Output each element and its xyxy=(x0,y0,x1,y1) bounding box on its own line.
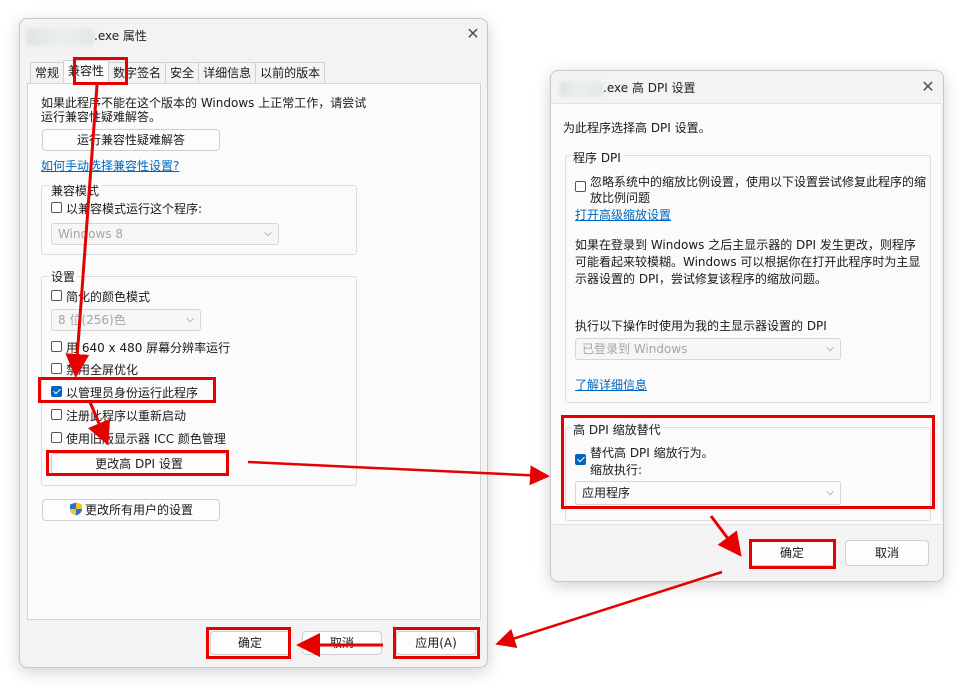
legacy-icc-label: 使用旧版显示器 ICC 颜色管理 xyxy=(66,432,226,446)
settings-group-label: 设置 xyxy=(49,268,78,285)
tab-compatibility[interactable]: 兼容性 xyxy=(63,60,110,84)
reduced-color-checkbox[interactable] xyxy=(51,290,62,301)
dpi-desc-line3: 示器设置的 DPI，尝试修复该程序的缩放问题。 xyxy=(575,272,827,286)
high-dpi-dialog: .exe 高 DPI 设置 ✕ 为此程序选择高 DPI 设置。 程序 DPI 忽… xyxy=(550,70,944,582)
dpi-desc-line1: 如果在登录到 Windows 之后主显示器的 DPI 发生更改，则程序 xyxy=(575,238,916,252)
override-checkbox-label: 替代高 DPI 缩放行为。 xyxy=(590,446,714,460)
ignore-scaling-checkbox[interactable] xyxy=(575,181,586,192)
dpi-desc-line2: 可能看起来较模糊。Windows 可以根据你在打开此程序时为主显 xyxy=(575,255,921,269)
props-apply-button[interactable]: 应用(A) xyxy=(396,631,476,655)
tab-security[interactable]: 安全 xyxy=(165,62,200,84)
high-dpi-heading: 为此程序选择高 DPI 设置。 xyxy=(563,121,711,135)
ignore-scaling-label-line1: 忽略系统中的缩放比例设置，使用以下设置尝试修复此程序的缩 xyxy=(590,175,927,189)
dpi-ok-button[interactable]: 确定 xyxy=(750,540,834,566)
compat-mode-group-label: 兼容模式 xyxy=(49,182,102,199)
compat-mode-select[interactable]: Windows 8 ⌵ xyxy=(51,223,279,245)
scaling-by-label: 缩放执行: xyxy=(590,463,643,477)
chevron-down-icon: ⌵ xyxy=(186,314,194,325)
manual-compat-link[interactable]: 如何手动选择兼容性设置? xyxy=(41,157,179,174)
change-high-dpi-button[interactable]: 更改高 DPI 设置 xyxy=(51,453,227,475)
res-640-label: 用 640 x 480 屏幕分辨率运行 xyxy=(66,341,231,355)
tab-digital-signatures[interactable]: 数字签名 xyxy=(108,62,167,84)
props-ok-button[interactable]: 确定 xyxy=(210,631,290,655)
override-group-label: 高 DPI 缩放替代 xyxy=(571,421,663,438)
tab-general[interactable]: 常规 xyxy=(30,62,65,84)
reduced-color-label: 简化的颜色模式 xyxy=(66,290,151,304)
properties-dialog: .exe 属性 ✕ 常规 兼容性 数字签名 安全 详细信息 以前的版本 如果此程… xyxy=(19,18,488,668)
use-dpi-select[interactable]: 已登录到 Windows ⌵ xyxy=(575,338,841,360)
override-checkbox[interactable] xyxy=(575,454,586,465)
blurred-filename xyxy=(26,27,94,46)
chevron-down-icon: ⌵ xyxy=(826,487,834,498)
advanced-scaling-link[interactable]: 打开高级缩放设置 xyxy=(575,206,671,223)
uac-shield-icon xyxy=(69,502,82,516)
close-icon[interactable]: ✕ xyxy=(466,26,480,42)
props-cancel-button[interactable]: 取消 xyxy=(302,631,382,655)
tab-bar: 常规 兼容性 数字签名 安全 详细信息 以前的版本 xyxy=(30,60,326,84)
tab-details[interactable]: 详细信息 xyxy=(198,62,257,84)
run-as-admin-label: 以管理员身份运行此程序 xyxy=(66,386,199,400)
blurred-filename xyxy=(559,80,603,97)
learn-more-link[interactable]: 了解详细信息 xyxy=(575,376,647,393)
dpi-cancel-button[interactable]: 取消 xyxy=(845,540,929,566)
compat-mode-checkbox-label: 以兼容模式运行这个程序: xyxy=(66,202,203,216)
register-restart-checkbox[interactable] xyxy=(51,409,62,420)
change-all-users-button[interactable]: 更改所有用户的设置 xyxy=(42,499,220,521)
intro-text-line2: 运行兼容性疑难解答。 xyxy=(41,110,162,124)
scaling-by-select[interactable]: 应用程序 ⌵ xyxy=(575,481,841,505)
chevron-down-icon: ⌵ xyxy=(264,228,272,239)
properties-title: .exe 属性 xyxy=(26,27,147,46)
res-640-checkbox[interactable] xyxy=(51,341,62,352)
register-restart-label: 注册此程序以重新启动 xyxy=(66,409,187,423)
run-troubleshooter-button[interactable]: 运行兼容性疑难解答 xyxy=(42,129,220,151)
compat-mode-checkbox[interactable] xyxy=(51,202,62,213)
close-icon[interactable]: ✕ xyxy=(921,79,935,95)
disable-fullscreen-checkbox[interactable] xyxy=(51,363,62,374)
chevron-down-icon: ⌵ xyxy=(826,343,834,354)
run-as-admin-checkbox[interactable] xyxy=(51,386,62,397)
arrow-dialog-to-apply xyxy=(495,570,723,648)
disable-fullscreen-label: 禁用全屏优化 xyxy=(66,363,139,377)
ignore-scaling-label-line2: 放比例问题 xyxy=(590,191,651,205)
use-dpi-label: 执行以下操作时使用为我的主显示器设置的 DPI xyxy=(575,319,827,333)
high-dpi-title: .exe 高 DPI 设置 xyxy=(559,79,696,97)
color-depth-select[interactable]: 8 位(256)色 ⌵ xyxy=(51,309,201,331)
legacy-icc-checkbox[interactable] xyxy=(51,432,62,443)
tab-previous-versions[interactable]: 以前的版本 xyxy=(255,62,326,84)
program-dpi-group-label: 程序 DPI xyxy=(571,149,623,166)
